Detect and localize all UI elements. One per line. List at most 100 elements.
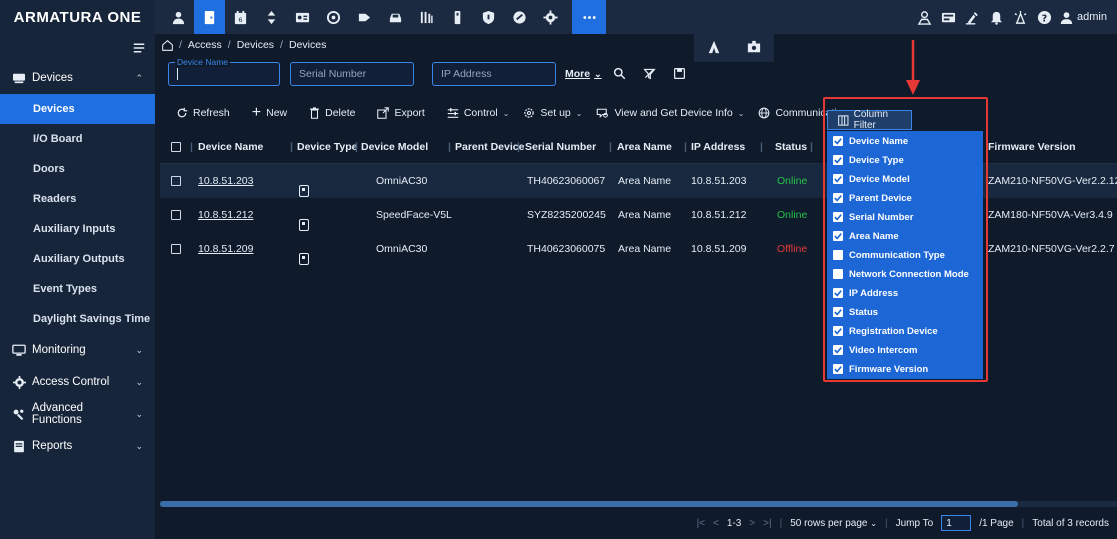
sidebar-group-devices[interactable]: Devices ⌃ <box>0 62 155 94</box>
checkbox-checked[interactable] <box>833 136 843 146</box>
first-page-icon[interactable]: |< <box>697 518 705 529</box>
view-device-info-dropdown[interactable]: View and Get Device Info ⌄ <box>596 107 744 119</box>
sidebar-item-devices[interactable]: Devices <box>0 94 155 124</box>
user-menu[interactable]: admin <box>1060 11 1107 24</box>
visitor-icon[interactable] <box>287 0 318 34</box>
column-option-parent-device[interactable]: Parent Device <box>833 189 912 207</box>
column-option-video-intercom[interactable]: Video Intercom <box>833 341 917 359</box>
device-name-link[interactable]: 10.8.51.203 <box>198 175 253 187</box>
column-option-device-name[interactable]: Device Name <box>833 132 908 150</box>
last-page-icon[interactable]: >| <box>763 518 771 529</box>
refresh-button[interactable]: Refresh <box>176 107 230 119</box>
rows-per-page-select[interactable]: 50 rows per page ⌄ <box>790 518 877 529</box>
setup-dropdown[interactable]: Set up ⌄ <box>523 107 582 119</box>
checkbox-checked[interactable] <box>833 326 843 336</box>
sidebar-item-daylight-savings-time[interactable]: Daylight Savings Time <box>0 304 155 334</box>
header-device-model[interactable]: Device Model <box>361 141 428 153</box>
more-icon[interactable] <box>572 0 606 34</box>
column-option-serial-number[interactable]: Serial Number <box>833 208 913 226</box>
sidebar-group-monitoring[interactable]: Monitoring ⌄ <box>0 334 155 366</box>
header-serial-number[interactable]: Serial Number <box>525 141 596 153</box>
scrollbar-thumb[interactable] <box>160 501 1018 507</box>
column-option-ip-address[interactable]: IP Address <box>833 284 898 302</box>
broadcast-icon[interactable] <box>1008 0 1032 34</box>
row-checkbox[interactable] <box>171 210 181 220</box>
sidebar-collapse-button[interactable] <box>0 34 155 62</box>
attendance-icon[interactable]: 6 <box>225 0 256 34</box>
alert-icon[interactable] <box>960 0 984 34</box>
prev-page-icon[interactable]: < <box>713 518 719 529</box>
breadcrumb-item[interactable]: Access <box>188 39 222 51</box>
personnel-icon[interactable] <box>163 0 194 34</box>
clear-filter-icon[interactable] <box>640 64 658 82</box>
sidebar-group-access-control[interactable]: Access Control ⌄ <box>0 366 155 398</box>
checkbox-checked[interactable] <box>833 231 843 241</box>
header-parent-device[interactable]: Parent Device <box>455 141 524 153</box>
consumer-icon[interactable] <box>411 0 442 34</box>
more-filters-link[interactable]: More ⌄ <box>565 68 602 80</box>
checkbox-checked[interactable] <box>833 288 843 298</box>
row-checkbox[interactable] <box>171 176 181 186</box>
sidebar-item-event-types[interactable]: Event Types <box>0 274 155 304</box>
header-ip-address[interactable]: IP Address <box>691 141 745 153</box>
sidebar-item-auxiliary-outputs[interactable]: Auxiliary Outputs <box>0 244 155 274</box>
select-all-checkbox[interactable] <box>171 142 181 152</box>
column-option-device-model[interactable]: Device Model <box>833 170 910 188</box>
checkbox-checked[interactable] <box>833 212 843 222</box>
home-icon[interactable] <box>162 39 173 51</box>
header-device-type[interactable]: Device Type <box>297 141 358 153</box>
security-icon[interactable] <box>504 0 535 34</box>
sidebar-group-advanced-functions[interactable]: Advanced Functions ⌄ <box>0 398 155 430</box>
header-area-name[interactable]: Area Name <box>617 141 672 153</box>
column-option-device-type[interactable]: Device Type <box>833 151 904 169</box>
header-device-name[interactable]: Device Name <box>198 141 263 153</box>
help-icon[interactable]: ? <box>1032 0 1056 34</box>
checkbox-checked[interactable] <box>833 307 843 317</box>
checkbox-checked[interactable] <box>833 345 843 355</box>
access-icon[interactable] <box>194 0 225 34</box>
intrusion-icon[interactable] <box>442 0 473 34</box>
serial-number-input[interactable]: Serial Number <box>290 62 414 86</box>
sidebar-group-reports[interactable]: Reports ⌄ <box>0 430 155 462</box>
sidebar-item-readers[interactable]: Readers <box>0 184 155 214</box>
device-name-input[interactable]: Device Name <box>168 57 280 86</box>
jump-to-input[interactable]: 1 <box>941 515 972 531</box>
device-name-link[interactable]: 10.8.51.212 <box>198 209 253 221</box>
video-icon[interactable] <box>535 0 566 34</box>
vehicle-icon[interactable] <box>380 0 411 34</box>
sidebar-item-io-board[interactable]: I/O Board <box>0 124 155 154</box>
column-option-area-name[interactable]: Area Name <box>833 227 899 245</box>
save-filter-icon[interactable] <box>670 64 688 82</box>
checkbox-unchecked[interactable] <box>833 250 843 260</box>
monitor-icon[interactable] <box>936 0 960 34</box>
checkbox-checked[interactable] <box>833 155 843 165</box>
new-button[interactable]: + New <box>252 105 287 121</box>
checkbox-checked[interactable] <box>833 193 843 203</box>
column-option-status[interactable]: Status <box>833 303 878 321</box>
horizontal-scrollbar[interactable] <box>160 501 1117 507</box>
column-option-firmware-version[interactable]: Firmware Version <box>833 360 928 378</box>
patrol-icon[interactable] <box>318 0 349 34</box>
app-logo[interactable]: ARMATURA ONE <box>0 0 155 34</box>
checkbox-checked[interactable] <box>833 174 843 184</box>
column-filter-button[interactable]: Column Filter <box>827 109 912 131</box>
checkbox-unchecked[interactable] <box>833 269 843 279</box>
export-button[interactable]: Export <box>377 107 425 119</box>
header-firmware-version[interactable]: Firmware Version <box>988 141 1076 153</box>
search-icon[interactable] <box>610 64 628 82</box>
parking-icon[interactable] <box>349 0 380 34</box>
guard-icon[interactable] <box>912 0 936 34</box>
header-status[interactable]: Status <box>775 141 807 153</box>
column-option-network-connection-mode[interactable]: Network Connection Mode <box>833 265 969 283</box>
breadcrumb-item[interactable]: Devices <box>237 39 274 51</box>
sidebar-item-doors[interactable]: Doors <box>0 154 155 184</box>
row-checkbox[interactable] <box>171 244 181 254</box>
elevator-icon[interactable] <box>256 0 287 34</box>
next-page-icon[interactable]: > <box>749 518 755 529</box>
bell-icon[interactable] <box>984 0 1008 34</box>
sidebar-item-auxiliary-inputs[interactable]: Auxiliary Inputs <box>0 214 155 244</box>
locker-icon[interactable] <box>473 0 504 34</box>
column-option-communication-type[interactable]: Communication Type <box>833 246 945 264</box>
column-option-registration-device[interactable]: Registration Device <box>833 322 938 340</box>
checkbox-checked[interactable] <box>833 364 843 374</box>
